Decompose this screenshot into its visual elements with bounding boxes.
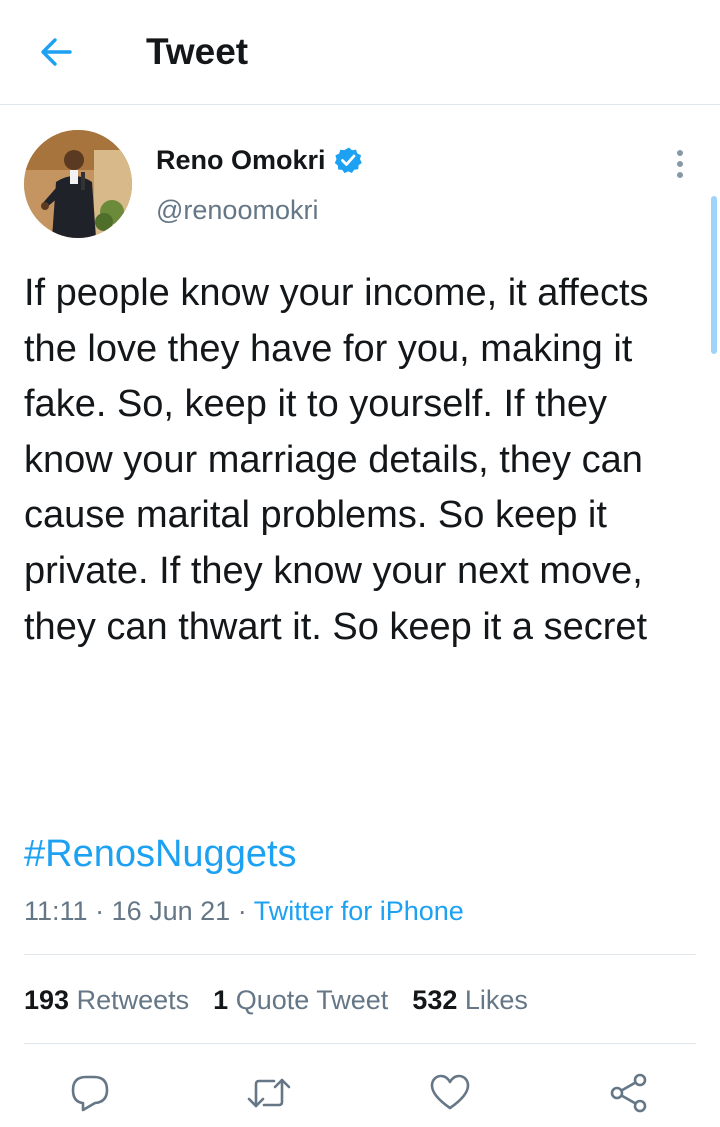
author-name[interactable]: Reno Omokri: [156, 142, 362, 178]
avatar[interactable]: [24, 130, 132, 238]
like-button[interactable]: [427, 1070, 473, 1116]
retweets-count: 193: [24, 985, 70, 1015]
verified-badge-icon: [334, 147, 362, 174]
divider: [24, 954, 696, 955]
retweets-stat[interactable]: 193 Retweets: [24, 982, 189, 1018]
quotes-label: Quote Tweet: [235, 985, 389, 1015]
arrow-left-icon: [41, 38, 72, 66]
likes-stat[interactable]: 532 Likes: [412, 982, 528, 1018]
more-options-button[interactable]: [664, 144, 696, 184]
share-button[interactable]: [606, 1070, 652, 1116]
hashtag-link[interactable]: #RenosNuggets: [24, 826, 297, 882]
meta-separator: ·: [237, 896, 247, 926]
tweet-time: 11:11: [24, 896, 88, 926]
tweet-text: If people know your income, it affects t…: [24, 272, 649, 648]
tweet-date: 16 Jun 21: [111, 896, 231, 926]
tweet-source-link[interactable]: Twitter for iPhone: [254, 896, 464, 926]
share-icon: [610, 1073, 647, 1113]
top-bar: Tweet: [0, 0, 720, 105]
meta-separator: ·: [95, 896, 105, 926]
quotes-stat[interactable]: 1 Quote Tweet: [213, 982, 388, 1018]
scrollbar[interactable]: [711, 196, 717, 354]
avatar-image: [24, 130, 132, 238]
author-name-text: Reno Omokri: [156, 145, 326, 175]
retweet-button[interactable]: [246, 1070, 292, 1116]
likes-label: Likes: [464, 985, 528, 1015]
quotes-count: 1: [213, 985, 229, 1015]
reply-button[interactable]: [67, 1070, 113, 1116]
back-button[interactable]: [28, 26, 84, 78]
page-title: Tweet: [146, 31, 249, 72]
more-dots-icon: [677, 150, 683, 156]
likes-count: 532: [412, 985, 458, 1015]
reply-icon: [71, 1075, 109, 1112]
action-bar: [0, 1070, 720, 1116]
retweet-icon: [247, 1078, 291, 1108]
like-icon: [430, 1074, 470, 1110]
retweets-label: Retweets: [76, 985, 190, 1015]
more-dots-icon: [677, 161, 683, 167]
engagement-stats: 193 Retweets 1 Quote Tweet 532 Likes: [24, 982, 552, 1018]
author-handle[interactable]: @renoomokri: [156, 192, 318, 228]
more-dots-icon: [677, 172, 683, 178]
divider: [24, 1043, 696, 1044]
tweet-meta: 11:11 · 16 Jun 21 · Twitter for iPhone: [24, 893, 464, 929]
